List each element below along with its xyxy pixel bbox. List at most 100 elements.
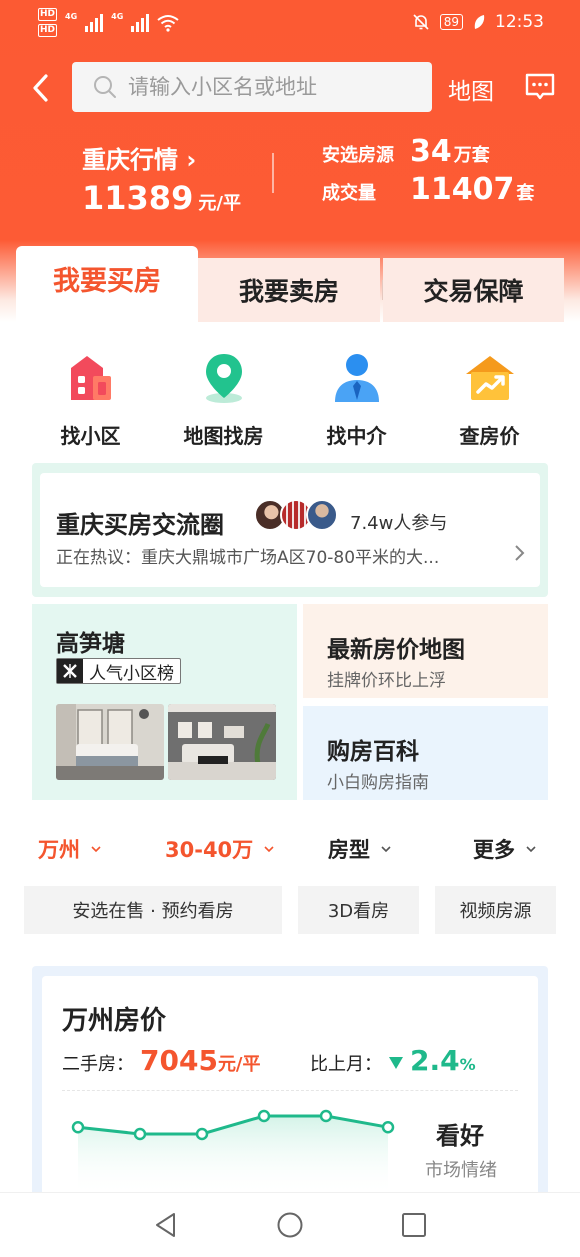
- agent-icon: [334, 354, 379, 402]
- chevron-down-icon: [381, 846, 391, 853]
- message-icon[interactable]: [524, 72, 556, 102]
- trend-point: [195, 1127, 209, 1141]
- district-price-panel: 万州房价 二手房： 7045 元/平 比上月： 2.4 % 看好 市场情绪: [32, 966, 548, 1196]
- tag-3d-view[interactable]: 3D看房: [298, 886, 419, 934]
- price-map-title: 最新房价地图: [327, 637, 465, 663]
- market-mood-value: 看好: [436, 1122, 484, 1150]
- house-price-icon: [465, 356, 514, 400]
- quick-nav-check-price[interactable]: 查房价: [423, 350, 556, 449]
- quick-nav-label: 地图找房: [183, 424, 264, 448]
- quick-nav-label: 找中介: [326, 424, 387, 448]
- signal-icon: [85, 14, 104, 32]
- back-arrow-icon[interactable]: [26, 70, 56, 106]
- selected-listings-unit: 万套: [453, 145, 490, 166]
- trend-area: [78, 1116, 388, 1196]
- market-stats[interactable]: 重庆行情 › 11389 元/平: [82, 140, 241, 217]
- chevron-right-icon: [515, 545, 525, 561]
- avatar: [306, 499, 338, 531]
- mute-bell-icon: [413, 14, 429, 30]
- quick-nav-map-search[interactable]: 地图找房: [157, 350, 290, 449]
- status-bar: HD HD 4G 4G 89 12:53: [0, 0, 580, 48]
- filter-label: 30-40万: [165, 838, 254, 862]
- mom-label: 比上月：: [310, 1054, 382, 1075]
- deal-volume-value: 11407: [410, 172, 515, 207]
- price-trend-chart: [71, 1109, 395, 1196]
- hd-indicator: HD: [38, 8, 58, 21]
- tab-guarantee[interactable]: 交易保障: [383, 258, 564, 322]
- quick-nav-find-community[interactable]: 找小区: [24, 350, 157, 449]
- chevron-down-icon: [91, 846, 101, 853]
- nav-home-icon[interactable]: [276, 1211, 304, 1239]
- month-over-month: 比上月： 2.4 %: [310, 1044, 476, 1077]
- filter-bar: 万州 30-40万 房型 更多: [24, 834, 556, 870]
- filter-more[interactable]: 更多: [473, 834, 537, 864]
- tab-buy[interactable]: 我要买房: [16, 246, 198, 322]
- second-hand-label: 二手房：: [62, 1054, 134, 1075]
- living-room-photo: [168, 704, 276, 780]
- deal-volume-unit: 套: [516, 183, 535, 204]
- search-input[interactable]: [128, 75, 408, 99]
- buying-guide-subtitle: 小白购房指南: [327, 773, 429, 793]
- market-mood-label: 市场情绪: [425, 1160, 497, 1181]
- map-button[interactable]: 地图: [448, 72, 494, 106]
- trend-point: [319, 1109, 333, 1123]
- card-divider: [62, 1090, 518, 1091]
- signal-icon: [131, 14, 150, 32]
- trend-point: [71, 1121, 85, 1134]
- district-price-card[interactable]: 万州房价 二手房： 7045 元/平 比上月： 2.4 % 看好 市场情绪: [42, 976, 538, 1196]
- filter-layout[interactable]: 房型: [328, 834, 392, 864]
- tag-video-listings[interactable]: 视频房源: [435, 886, 556, 934]
- filter-label: 万州: [38, 838, 80, 862]
- second-hand-price: 二手房： 7045 元/平: [62, 1044, 261, 1077]
- price-map-card[interactable]: 最新房价地图 挂牌价环比上浮: [303, 604, 548, 698]
- filter-label: 房型: [328, 838, 370, 862]
- quick-nav-label: 找小区: [60, 424, 121, 448]
- mom-unit: %: [459, 1055, 476, 1074]
- header-background: HD HD 4G 4G 89 12:53 请输入小区名或地址 地图 重庆行情 ›…: [0, 0, 580, 322]
- network-type: 4G: [111, 12, 124, 21]
- quick-nav: 找小区 地图找房 找中介 查房价: [24, 350, 556, 449]
- popular-community-rank-card[interactable]: 高笋塘 人气小区榜: [32, 604, 297, 800]
- trend-point: [257, 1109, 271, 1123]
- filter-district[interactable]: 万州: [38, 834, 102, 864]
- bedroom-photo: [56, 704, 164, 780]
- search-box[interactable]: [72, 62, 432, 112]
- district-price-title: 万州房价: [62, 1006, 167, 1036]
- chevron-down-icon: [526, 846, 536, 853]
- nav-back-icon[interactable]: [152, 1211, 180, 1239]
- rank-badge: 人气小区榜: [56, 658, 181, 684]
- hot-topic-text: 正在热议：重庆大鼎城市广场A区70-80平米的大...: [56, 548, 440, 568]
- mom-value: 2.4: [410, 1044, 460, 1077]
- buying-guide-title: 购房百科: [327, 739, 419, 765]
- market-price-unit: 元/平: [198, 193, 241, 214]
- market-title[interactable]: 重庆行情 ›: [82, 140, 241, 175]
- wifi-icon: [157, 15, 179, 32]
- nav-recents-icon[interactable]: [400, 1211, 428, 1239]
- supply-stats: 安选房源 34 万套 成交量 11407 套: [322, 134, 552, 210]
- market-price: 11389: [82, 179, 194, 217]
- system-nav-bar: [0, 1192, 580, 1257]
- network-type: 4G: [65, 12, 78, 21]
- trend-point: [381, 1121, 395, 1134]
- discussion-circle-title: 重庆买房交流圈: [56, 511, 224, 539]
- discussion-circle-panel: 重庆买房交流圈 7.4w人参与 正在热议：重庆大鼎城市广场A区70-80平米的大…: [32, 463, 548, 597]
- main-tabs: 我要卖房 交易保障 我要买房: [16, 246, 564, 322]
- participant-avatars: [254, 499, 338, 531]
- filter-label: 更多: [473, 838, 515, 862]
- discussion-circle-card[interactable]: 重庆买房交流圈 7.4w人参与 正在热议：重庆大鼎城市广场A区70-80平米的大…: [40, 473, 540, 587]
- second-hand-price-unit: 元/平: [217, 1054, 261, 1075]
- deal-volume-label: 成交量: [322, 183, 376, 204]
- trend-point: [133, 1127, 147, 1141]
- down-triangle-icon: [389, 1057, 403, 1069]
- buying-guide-card[interactable]: 购房百科 小白购房指南: [303, 706, 548, 800]
- map-pin-icon: [205, 354, 242, 403]
- hd-indicator: HD: [38, 24, 58, 37]
- quick-nav-find-agent[interactable]: 找中介: [290, 350, 423, 449]
- battery-icon: 89: [439, 14, 463, 30]
- chevron-down-icon: [264, 846, 274, 853]
- tag-selected-on-sale[interactable]: 安选在售 · 预约看房: [24, 886, 282, 934]
- tab-sell[interactable]: 我要卖房: [198, 258, 380, 322]
- search-icon: [94, 76, 116, 98]
- filter-price[interactable]: 30-40万: [165, 834, 275, 864]
- quick-nav-label: 查房价: [459, 424, 520, 448]
